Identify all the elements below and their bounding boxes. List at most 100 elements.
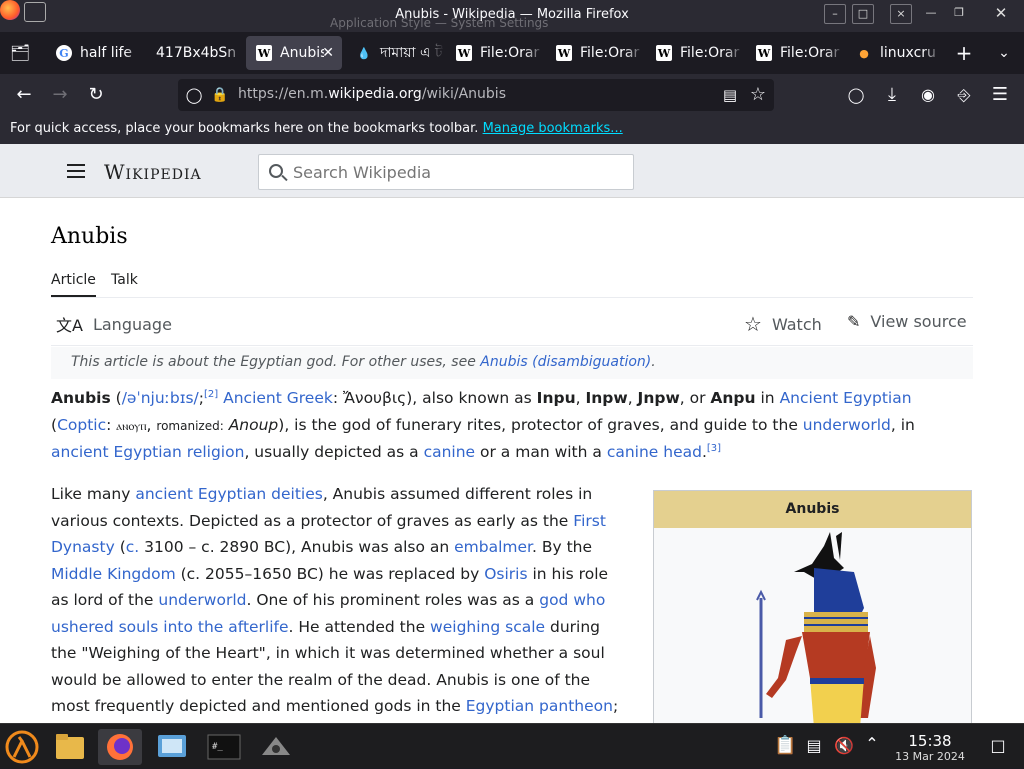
tab-bengali[interactable]: 💧 দামায়া এ ট [346, 36, 444, 70]
tab-talk[interactable]: Talk [111, 272, 138, 288]
language-button[interactable]: 文A Language [56, 312, 172, 336]
hatnote-text: This article is about the Egyptian god. … [71, 354, 481, 370]
embalmer-link[interactable]: embalmer [454, 538, 532, 556]
web-page: Wikipedia Anubis Article Talk 文A Languag… [0, 144, 1024, 723]
bold-term: Jnpw [637, 389, 680, 407]
wikipedia-wordmark[interactable]: Wikipedia [104, 160, 202, 184]
maximize-button[interactable]: ❐ [948, 4, 970, 24]
coptic-text: ⲁⲛⲟⲩⲡ [116, 418, 147, 433]
terminal-icon: #_ [207, 734, 241, 760]
taskbar: #_ 📋 ▤ 🔇 ⌃ 15:38 13 Mar 2024 □ [0, 723, 1024, 768]
infobox: Anubis [653, 490, 972, 723]
menu-icon[interactable]: ☰ [990, 85, 1010, 105]
clipboard-icon[interactable]: 📋 [774, 736, 796, 756]
firefox-icon [107, 734, 133, 760]
show-desktop-icon[interactable]: □ [988, 736, 1008, 756]
tab-417bx4bsn[interactable]: 417Bx4bSn [146, 36, 244, 70]
firefox-view-icon[interactable]: 🗂 [10, 43, 30, 63]
ipa-link[interactable]: /əˈnjuːbɪs/ [122, 389, 199, 407]
terminal-button[interactable]: #_ [202, 729, 246, 765]
back-icon[interactable]: ← [14, 85, 34, 105]
tab-close-icon[interactable]: ✕ [322, 45, 334, 61]
bold-term: Anubis [51, 389, 111, 407]
hatnote: This article is about the Egyptian god. … [51, 347, 973, 379]
bookmark-star-icon[interactable]: ☆ [748, 85, 768, 105]
divider [51, 345, 973, 346]
reload-icon[interactable]: ↻ [86, 85, 106, 105]
lock-icon[interactable]: 🔒 [210, 85, 230, 105]
edit-lock-icon: ✎ [847, 312, 861, 331]
canine-link[interactable]: canine [424, 443, 476, 461]
navigation-bar: ← → ↻ ◯ 🔒 https://en.m.wikipedia.org/wik… [0, 74, 1024, 116]
middle-kingdom-link[interactable]: Middle Kingdom [51, 565, 176, 583]
weighing-scale-link[interactable]: weighing scale [430, 618, 545, 636]
view-source-button[interactable]: ✎ View source [847, 312, 967, 331]
romanized-text: Anoup [228, 415, 279, 434]
language-label: Language [92, 314, 172, 334]
tab-file-orar-4[interactable]: W File:Orar [746, 36, 844, 70]
notes-icon[interactable]: ▤ [804, 736, 824, 756]
search-input[interactable] [293, 161, 623, 183]
file-manager-button[interactable] [48, 729, 92, 765]
extensions-icon[interactable]: ⎆ [954, 85, 974, 105]
tab-article[interactable]: Article [51, 272, 96, 297]
manage-bookmarks-link[interactable]: Manage bookmarks... [483, 121, 623, 136]
google-icon: G [56, 45, 72, 61]
minimize-button[interactable]: — [920, 4, 942, 24]
citation-link[interactable]: [3] [707, 443, 721, 454]
url-text[interactable]: https://en.m.wikipedia.org/wiki/Anubis [238, 86, 506, 102]
watch-label: Watch [771, 314, 822, 334]
app-launcher-button[interactable] [2, 729, 42, 765]
ancient-egyptian-religion-link[interactable]: ancient Egyptian religion [51, 443, 244, 461]
url-bar[interactable]: ◯ 🔒 https://en.m.wikipedia.org/wiki/Anub… [178, 79, 774, 111]
tab-file-orar-1[interactable]: W File:Orar [446, 36, 544, 70]
clock[interactable]: 15:38 13 Mar 2024 [890, 732, 970, 763]
screenshot-tool-button[interactable] [254, 729, 298, 765]
new-tab-icon[interactable]: + [954, 43, 974, 63]
account-icon[interactable]: ◉ [918, 85, 938, 105]
pantheon-link[interactable]: Egyptian pantheon [466, 697, 613, 715]
page-title: Anubis [51, 224, 128, 249]
shield-icon[interactable]: ◯ [184, 85, 204, 105]
search-box[interactable] [258, 154, 634, 190]
tab-half-life[interactable]: G half life [46, 36, 144, 70]
volume-muted-icon[interactable]: 🔇 [834, 736, 854, 756]
system-settings-button[interactable] [150, 729, 194, 765]
bookmarks-message: For quick access, place your bookmarks h… [10, 121, 479, 136]
wikipedia-icon: W [256, 45, 272, 61]
osiris-link[interactable]: Osiris [484, 565, 527, 583]
language-icon: 文A [56, 316, 83, 335]
deities-link[interactable]: ancient Egyptian deities [135, 485, 322, 503]
pocket-icon[interactable]: ◯ [846, 85, 866, 105]
star-icon: ☆ [744, 312, 762, 336]
watch-button[interactable]: ☆ Watch [744, 312, 822, 336]
downloads-icon[interactable]: ⤓ [882, 85, 902, 105]
folder-icon [56, 734, 84, 759]
canine-head-link[interactable]: canine head [607, 443, 702, 461]
underworld-link[interactable]: underworld [803, 416, 891, 434]
wikipedia-icon: W [556, 45, 572, 61]
firefox-taskbar-button[interactable] [98, 729, 142, 765]
forward-icon[interactable]: → [50, 85, 70, 105]
circa-link[interactable]: c. [126, 538, 139, 556]
search-icon [269, 164, 283, 178]
second-paragraph: Like many ancient Egyptian deities, Anub… [51, 485, 619, 715]
wikipedia-icon: W [756, 45, 772, 61]
reader-view-icon[interactable]: ▤ [720, 85, 740, 105]
list-tabs-icon[interactable]: ⌄ [994, 43, 1014, 63]
tab-linuxcru[interactable]: ● linuxcru [846, 36, 942, 70]
anubis-illustration[interactable] [654, 528, 971, 723]
ancient-greek-link[interactable]: Ancient Greek [223, 389, 333, 407]
tab-anubis[interactable]: W Anubis ✕ [246, 36, 342, 70]
close-button[interactable]: ✕ [990, 4, 1012, 24]
tray-expand-icon[interactable]: ⌃ [862, 734, 882, 754]
disambiguation-link[interactable]: Anubis (disambiguation) [480, 354, 651, 370]
underworld-link-2[interactable]: underworld [158, 591, 246, 609]
tab-file-orar-3[interactable]: W File:Orar [646, 36, 744, 70]
coptic-link[interactable]: Coptic [57, 416, 106, 434]
tab-file-orar-2[interactable]: W File:Orar [546, 36, 644, 70]
tab-label: 417Bx4bSn [156, 45, 237, 61]
ancient-egyptian-link[interactable]: Ancient Egyptian [780, 389, 912, 407]
main-menu-icon[interactable] [67, 164, 85, 178]
citation-link[interactable]: [2] [204, 389, 218, 400]
